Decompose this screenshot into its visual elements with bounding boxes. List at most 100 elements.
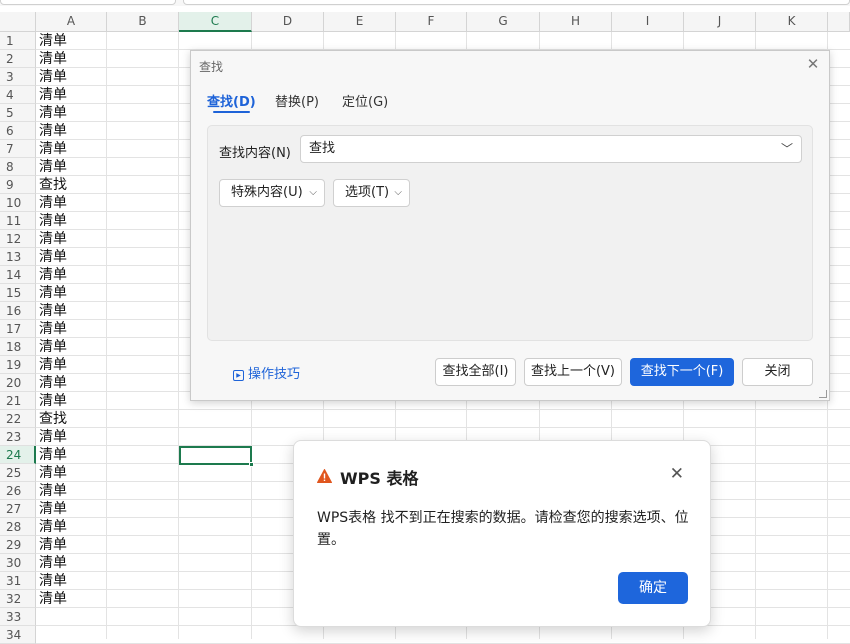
column-header-f[interactable]: F [396,12,467,32]
find-previous-button[interactable]: 查找上一个(V) [524,358,622,386]
special-content-label: 特殊内容(U) [231,185,303,200]
cell-a28[interactable]: 清单 [39,518,67,536]
chevron-down-icon[interactable]: ﹀ [781,136,793,162]
cell-a31[interactable]: 清单 [39,572,67,590]
column-header-e[interactable]: E [324,12,396,32]
row-header-6[interactable]: 6 [0,122,36,140]
row-header-10[interactable]: 10 [0,194,36,212]
cell-a11[interactable]: 清单 [39,212,67,230]
row-header-9[interactable]: 9 [0,176,36,194]
cell-a17[interactable]: 清单 [39,320,67,338]
cell-a32[interactable]: 清单 [39,590,67,608]
special-content-dropdown[interactable]: 特殊内容(U) ⌵ [219,179,325,207]
fill-handle[interactable] [249,462,254,467]
column-header-j[interactable]: J [684,12,756,32]
cell-a26[interactable]: 清单 [39,482,67,500]
tab-find[interactable]: 查找(D) [207,91,256,113]
tips-label: 操作技巧 [248,367,301,382]
row-header-13[interactable]: 13 [0,248,36,266]
column-header-k[interactable]: K [756,12,828,32]
row-header-33[interactable]: 33 [0,608,36,626]
column-header-g[interactable]: G [467,12,540,32]
active-cell-c24[interactable] [179,446,254,467]
cell-a27[interactable]: 清单 [39,500,67,518]
row-header-21[interactable]: 21 [0,392,36,410]
row-header-18[interactable]: 18 [0,338,36,356]
cell-a7[interactable]: 清单 [39,140,67,158]
find-next-button[interactable]: 查找下一个(F) [630,358,734,386]
row-header-26[interactable]: 26 [0,482,36,500]
row-header-32[interactable]: 32 [0,590,36,608]
column-header-c[interactable]: C [179,12,252,32]
row-header-4[interactable]: 4 [0,86,36,104]
cell-a14[interactable]: 清单 [39,266,67,284]
row-header-16[interactable]: 16 [0,302,36,320]
options-dropdown[interactable]: 选项(T) ⌵ [333,179,410,207]
cell-a30[interactable]: 清单 [39,554,67,572]
row-header-2[interactable]: 2 [0,50,36,68]
find-content-combobox[interactable]: 查找 ﹀ [300,135,802,163]
row-header-1[interactable]: 1 [0,32,36,50]
row-header-34[interactable]: 34 [0,626,36,644]
tab-replace[interactable]: 替换(P) [275,91,319,110]
row-header-23[interactable]: 23 [0,428,36,446]
row-header-31[interactable]: 31 [0,572,36,590]
close-button[interactable]: 关闭 [742,358,813,386]
cell-a24[interactable]: 清单 [39,446,67,464]
cell-a12[interactable]: 清单 [39,230,67,248]
cell-a16[interactable]: 清单 [39,302,67,320]
cell-a22[interactable]: 查找 [39,410,67,428]
row-header-19[interactable]: 19 [0,356,36,374]
cell-a5[interactable]: 清单 [39,104,67,122]
cell-a4[interactable]: 清单 [39,86,67,104]
close-icon[interactable]: ✕ [805,57,821,73]
cell-a13[interactable]: 清单 [39,248,67,266]
cell-a15[interactable]: 清单 [39,284,67,302]
row-header-29[interactable]: 29 [0,536,36,554]
row-header-12[interactable]: 12 [0,230,36,248]
row-header-7[interactable]: 7 [0,140,36,158]
cell-a2[interactable]: 清单 [39,50,67,68]
cell-a6[interactable]: 清单 [39,122,67,140]
tab-goto[interactable]: 定位(G) [342,91,388,110]
cell-a20[interactable]: 清单 [39,374,67,392]
find-all-button[interactable]: 查找全部(I) [435,358,516,386]
row-header-20[interactable]: 20 [0,374,36,392]
cell-a19[interactable]: 清单 [39,356,67,374]
row-header-14[interactable]: 14 [0,266,36,284]
row-header-5[interactable]: 5 [0,104,36,122]
cell-a3[interactable]: 清单 [39,68,67,86]
row-header-22[interactable]: 22 [0,410,36,428]
column-header-a[interactable]: A [36,12,107,32]
row-header-11[interactable]: 11 [0,212,36,230]
column-header-b[interactable]: B [107,12,179,32]
row-header-3[interactable]: 3 [0,68,36,86]
cell-a1[interactable]: 清单 [39,32,67,50]
cell-a25[interactable]: 清单 [39,464,67,482]
column-header-d[interactable]: D [252,12,324,32]
column-header-h[interactable]: H [540,12,612,32]
row-header-17[interactable]: 17 [0,320,36,338]
name-box[interactable] [0,0,176,5]
cell-a8[interactable]: 清单 [39,158,67,176]
column-header-i[interactable]: I [612,12,684,32]
select-all-corner[interactable] [0,12,36,32]
cell-a9[interactable]: 查找 [39,176,67,194]
row-header-30[interactable]: 30 [0,554,36,572]
close-icon[interactable]: ✕ [670,466,684,483]
ok-button[interactable]: 确定 [618,572,688,604]
cell-a23[interactable]: 清单 [39,428,67,446]
formula-input[interactable] [183,0,850,5]
row-header-8[interactable]: 8 [0,158,36,176]
row-header-28[interactable]: 28 [0,518,36,536]
row-header-24[interactable]: 24 [0,446,36,464]
cell-a29[interactable]: 清单 [39,536,67,554]
row-header-27[interactable]: 27 [0,500,36,518]
row-header-25[interactable]: 25 [0,464,36,482]
row-header-15[interactable]: 15 [0,284,36,302]
tips-link[interactable]: ▶ 操作技巧 [233,363,300,382]
cell-a18[interactable]: 清单 [39,338,67,356]
resize-grip[interactable] [819,390,827,398]
cell-a10[interactable]: 清单 [39,194,67,212]
cell-a21[interactable]: 清单 [39,392,67,410]
